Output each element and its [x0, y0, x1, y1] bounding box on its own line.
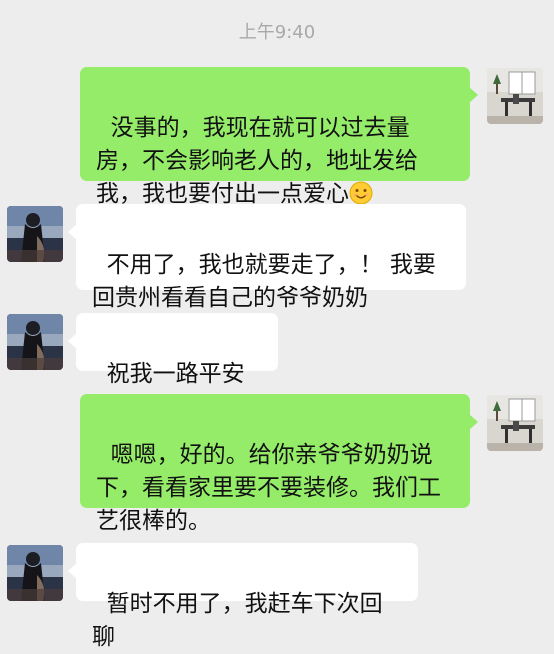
sender-avatar-girl[interactable]: [7, 314, 63, 370]
sender-avatar-room[interactable]: [487, 395, 543, 451]
sender-avatar-girl[interactable]: [7, 545, 63, 601]
room-avatar-icon: [487, 68, 543, 124]
message-text: 嗯嗯，好的。给你亲爷爷奶奶说下，看看家里要不要装修。我们工艺很棒的。: [96, 442, 441, 534]
message-text: 不用了，我也就要走了，！ 我要回贵州看看自己的爷爷奶奶: [92, 252, 436, 311]
message-bubble-outgoing[interactable]: 没事的，我现在就可以过去量房，不会影响老人的，地址发给我，我也要付出一点爱心: [80, 67, 478, 207]
sender-avatar-girl[interactable]: [7, 206, 63, 262]
message-bubble-incoming[interactable]: 不用了，我也就要走了，！ 我要回贵州看看自己的爷爷奶奶: [68, 204, 466, 311]
sender-avatar-room[interactable]: [487, 68, 543, 124]
chat-timestamp: 上午9:40: [238, 22, 316, 43]
message-text: 暂时不用了，我赶车下次回聊: [92, 591, 383, 650]
girl-avatar-icon: [7, 545, 63, 601]
message-bubble-incoming[interactable]: 暂时不用了，我赶车下次回聊: [68, 543, 418, 650]
girl-avatar-icon: [7, 314, 63, 370]
message-bubble-incoming[interactable]: 祝我一路平安吧: [68, 313, 278, 420]
room-avatar-icon: [487, 395, 543, 451]
girl-avatar-icon: [7, 206, 63, 262]
smiling-face-emoji-icon: [349, 181, 373, 205]
message-bubble-outgoing[interactable]: 嗯嗯，好的。给你亲爷爷奶奶说下，看看家里要不要装修。我们工艺很棒的。: [80, 394, 478, 534]
